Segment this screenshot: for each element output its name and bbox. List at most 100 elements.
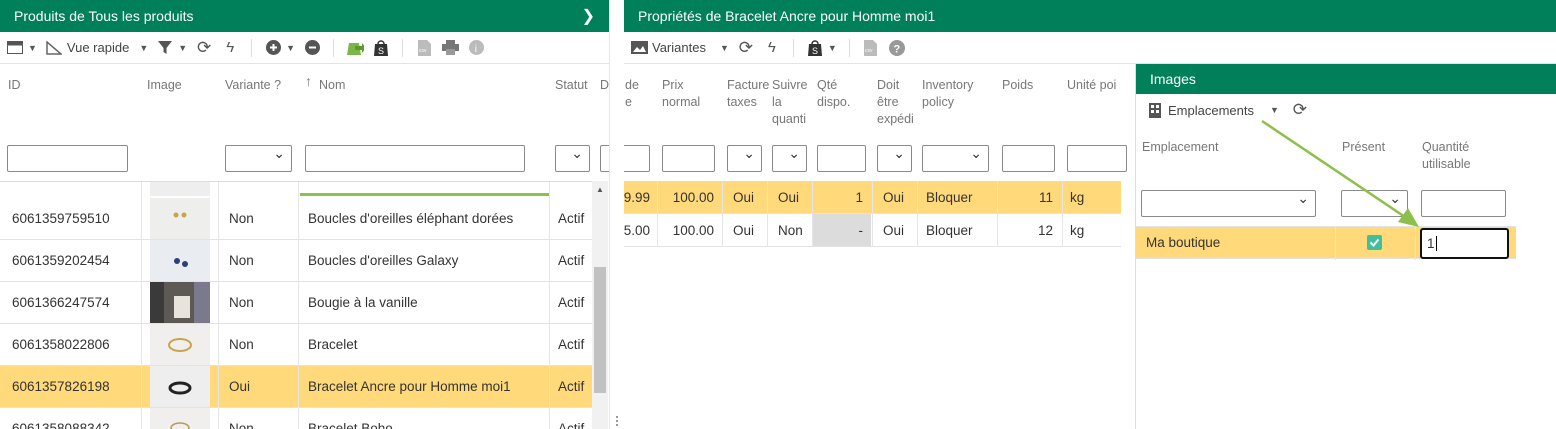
- scroll-up-arrow[interactable]: ▲: [596, 185, 604, 194]
- col-header-inventory-policy[interactable]: Inventory policy: [922, 77, 973, 111]
- col-header-present[interactable]: Présent: [1342, 139, 1385, 156]
- header-line: taxes: [727, 95, 757, 109]
- filter-track-select[interactable]: [772, 145, 807, 172]
- filter-location-select[interactable]: [1141, 190, 1316, 217]
- col-header-normal-price[interactable]: Prix normal: [662, 77, 700, 111]
- filter-price-input[interactable]: [624, 145, 650, 172]
- col-header-variant[interactable]: Variante ?: [225, 77, 281, 94]
- filter-qty-input[interactable]: [1421, 190, 1506, 217]
- present-checkbox[interactable]: [1367, 227, 1385, 258]
- row-variant: Non: [229, 253, 254, 268]
- help-icon[interactable]: ?: [888, 39, 906, 57]
- variant-track: Oui: [778, 189, 800, 205]
- filter-unit-input[interactable]: [1067, 145, 1127, 172]
- header-line: Doit: [877, 78, 900, 92]
- filter-button[interactable]: ▼: [156, 39, 187, 57]
- filter-weight-input[interactable]: [1002, 145, 1055, 172]
- col-header-name[interactable]: Nom: [319, 77, 345, 94]
- bolt-icon[interactable]: ϟ: [763, 39, 781, 57]
- location-name: Ma boutique: [1146, 235, 1221, 250]
- column-divider: [722, 181, 723, 247]
- bolt-icon[interactable]: ϟ: [221, 39, 239, 57]
- column-divider: [812, 181, 813, 247]
- column-divider: [1415, 227, 1416, 260]
- chevron-right-icon[interactable]: ❯: [582, 6, 595, 26]
- column-divider: [657, 181, 658, 247]
- variants-menu-button[interactable]: Variantes ▼: [630, 39, 729, 57]
- minus-circle-icon[interactable]: [303, 39, 321, 57]
- table-row[interactable]: 6061358022806 Non Bracelet Actif: [0, 324, 592, 366]
- qty-edit-input[interactable]: 1: [1420, 228, 1509, 259]
- csv-icon[interactable]: csv: [415, 39, 433, 57]
- products-titlebar: Produits de Tous les produits ❯: [0, 0, 609, 32]
- col-header-weight[interactable]: Poids: [1002, 77, 1033, 94]
- filter-status-select[interactable]: [555, 145, 590, 172]
- row-thumbnail: [150, 324, 210, 365]
- columns-menu-button[interactable]: ▼: [6, 39, 37, 57]
- header-line: la: [772, 95, 782, 109]
- row-variant: Oui: [229, 379, 251, 394]
- col-header-id[interactable]: ID: [8, 77, 21, 94]
- filter-name-input[interactable]: [305, 145, 525, 172]
- location-row[interactable]: Ma boutique 1: [1136, 226, 1516, 260]
- variant-weight: 12: [1037, 222, 1053, 238]
- filter-normal-price-input[interactable]: [662, 145, 715, 172]
- col-header-track-qty[interactable]: Suivre la quanti: [772, 77, 807, 128]
- shopify-bag-icon[interactable]: S: [372, 39, 390, 57]
- variant-normal-price: 100.00: [672, 189, 714, 205]
- table-row[interactable]: 6061359759510 Non Boucles d'oreilles élé…: [0, 198, 592, 240]
- add-button[interactable]: ▼: [264, 39, 295, 57]
- products-panel: Produits de Tous les produits ❯ ▼ Vue ra…: [0, 0, 609, 429]
- row-variant: Non: [229, 421, 254, 429]
- row-thumbnail: [150, 408, 210, 429]
- filter-taxes-select[interactable]: [727, 145, 762, 172]
- refresh-icon[interactable]: ⟳: [1291, 100, 1309, 119]
- products-toolbar: ▼ Vue rapide ▼ ▼ ⟳ ϟ ▼ S csv i: [0, 32, 609, 64]
- filter-id-input[interactable]: [7, 145, 128, 172]
- sort-asc-icon[interactable]: ↑: [305, 73, 312, 90]
- panel-splitter[interactable]: [609, 0, 624, 429]
- col-header-shipping[interactable]: Doit être expédi: [877, 77, 914, 128]
- filter-icon: [156, 39, 174, 57]
- refresh-icon[interactable]: ⟳: [737, 38, 755, 57]
- column-divider: [218, 182, 219, 429]
- header-line: expédi: [877, 112, 914, 126]
- column-divider: [141, 182, 142, 429]
- scroll-thumb[interactable]: [594, 267, 606, 393]
- col-header-unit[interactable]: Unité poi: [1067, 77, 1116, 94]
- table-row[interactable]: 6061358088342 Non Bracelet Boho Actif: [0, 408, 592, 429]
- shopify-menu-button[interactable]: S ▼: [806, 39, 837, 57]
- info-icon[interactable]: i: [467, 39, 485, 57]
- col-header-extra[interactable]: D: [600, 77, 609, 94]
- vertical-scrollbar[interactable]: ▲: [592, 181, 608, 429]
- images-title: Images: [1150, 71, 1196, 87]
- col-header-image[interactable]: Image: [147, 77, 182, 94]
- table-row-selected[interactable]: 6061357826198 Oui Bracelet Ancre pour Ho…: [0, 366, 592, 408]
- view-menu-button[interactable]: Vue rapide ▼: [45, 39, 148, 57]
- col-header-status[interactable]: Statut: [555, 77, 588, 94]
- filter-qty-input[interactable]: [817, 145, 866, 172]
- qty-edit-value: 1: [1427, 236, 1435, 251]
- locations-label: Emplacements: [1168, 102, 1254, 118]
- filter-shipping-select[interactable]: [877, 145, 912, 172]
- filter-policy-select[interactable]: [922, 145, 989, 172]
- locations-menu-button[interactable]: Emplacements ▼: [1146, 101, 1279, 119]
- row-id: 6061358088342: [12, 421, 110, 429]
- col-header-qty[interactable]: Qté dispo.: [817, 77, 850, 111]
- variant-qty: 1: [855, 189, 863, 205]
- printer-icon[interactable]: [441, 39, 459, 57]
- col-header-location[interactable]: Emplacement: [1142, 139, 1218, 156]
- filter-extra-input[interactable]: [600, 145, 609, 172]
- table-row[interactable]: 6061359202454 Non Boucles d'oreilles Gal…: [0, 240, 592, 282]
- table-row[interactable]: 6061366247574 Non Bougie à la vanille Ac…: [0, 282, 592, 324]
- filter-present-select[interactable]: [1341, 190, 1408, 217]
- col-header-taxes[interactable]: Facture taxes: [727, 77, 769, 111]
- filter-variant-select[interactable]: [225, 145, 292, 172]
- csv-icon[interactable]: csv: [862, 39, 880, 57]
- variant-shipping: Oui: [883, 189, 905, 205]
- shopify-sync-icon[interactable]: [346, 39, 365, 57]
- refresh-icon[interactable]: ⟳: [195, 38, 213, 57]
- col-header-available-qty[interactable]: Quantité utilisable: [1422, 139, 1471, 173]
- caret-down-icon: ▼: [139, 42, 149, 53]
- col-header-price[interactable]: de e: [625, 77, 639, 111]
